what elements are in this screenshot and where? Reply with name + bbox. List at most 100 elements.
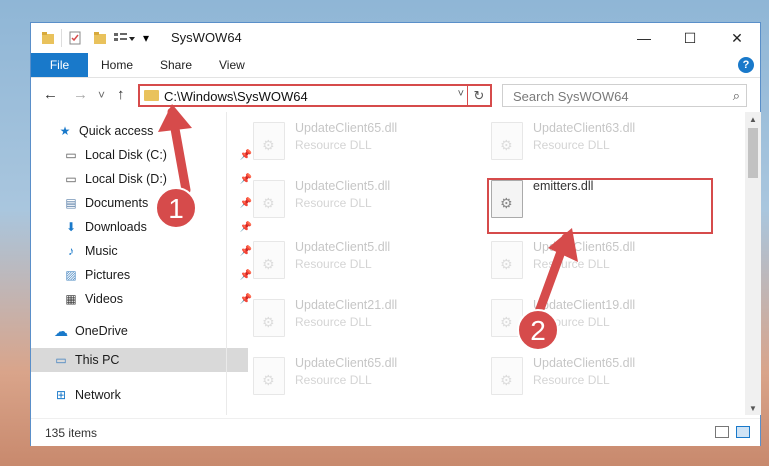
folder-icon: [41, 29, 55, 47]
file-type: Resource DLL: [533, 373, 610, 387]
list-item[interactable]: ⚙ UpdateClient5.dll Resource DLL: [253, 176, 483, 222]
sidebar-item-label: Videos: [85, 292, 123, 306]
file-name: UpdateClient5.dll: [295, 179, 391, 193]
file-name: UpdateClient21.dll: [295, 298, 398, 312]
sidebar-item-videos[interactable]: ▦ Videos 📌: [31, 287, 258, 311]
dll-file-icon: ⚙: [253, 241, 285, 279]
close-button[interactable]: ✕: [714, 23, 760, 53]
dll-file-icon: ⚙: [253, 357, 285, 395]
drive-icon: ▭: [65, 172, 77, 186]
file-name: UpdateClient65.dll: [533, 240, 636, 254]
sidebar-item-label: Pictures: [85, 268, 131, 282]
file-type: Resource DLL: [295, 257, 372, 271]
new-folder-icon[interactable]: [93, 29, 107, 47]
refresh-button[interactable]: ↻: [467, 86, 490, 105]
recent-locations-button[interactable]: ˅: [98, 88, 105, 102]
sidebar-item-music[interactable]: ♪ Music 📌: [31, 239, 258, 263]
sidebar-item-label: Local Disk (C:): [85, 148, 167, 162]
title-bar: ▾ SysWOW64 — ☐ ✕: [31, 23, 760, 53]
dll-file-icon: ⚙: [491, 122, 523, 160]
scroll-down-icon[interactable]: ▼: [745, 401, 761, 415]
tab-share[interactable]: Share: [160, 53, 192, 77]
network-icon: ⊞: [55, 388, 67, 402]
scroll-up-icon[interactable]: ▲: [745, 112, 761, 126]
file-name: UpdateClient19.dll: [533, 298, 636, 312]
list-item[interactable]: ⚙ UpdateClient63.dll Resource DLL: [491, 118, 721, 164]
sidebar-item-onedrive[interactable]: ☁ OneDrive: [31, 319, 248, 343]
list-item[interactable]: ⚙ UpdateClient65.dll Resource DLL: [253, 118, 483, 164]
search-input[interactable]: Search SysWOW64 ⌕: [502, 84, 747, 107]
scroll-thumb[interactable]: [748, 128, 758, 178]
sidebar-item-pictures[interactable]: ▨ Pictures 📌: [31, 263, 258, 287]
sidebar-item-label: OneDrive: [75, 324, 128, 338]
details-view-icon[interactable]: [715, 426, 729, 438]
sidebar-item-downloads[interactable]: ⬇ Downloads 📌: [31, 215, 258, 239]
file-type: Resource DLL: [533, 138, 610, 152]
sidebar-item-this-pc[interactable]: ▭ This PC: [31, 348, 248, 372]
dll-file-icon: ⚙: [491, 299, 523, 337]
dll-file-icon: ⚙: [253, 299, 285, 337]
file-name: UpdateClient65.dll: [295, 356, 398, 370]
chevron-down-icon[interactable]: ˅: [458, 88, 464, 100]
sidebar-item-local-disk-d[interactable]: ▭ Local Disk (D:) 📌: [31, 167, 258, 191]
search-placeholder: Search SysWOW64: [513, 89, 629, 104]
documents-icon: ▤: [65, 196, 77, 210]
dll-file-icon: ⚙: [491, 357, 523, 395]
explorer-window: ▾ SysWOW64 — ☐ ✕ File Home Share View ? …: [30, 22, 761, 446]
highlight-box-emitters: [487, 178, 713, 234]
minimize-button[interactable]: —: [621, 23, 667, 53]
vertical-scrollbar[interactable]: ▲ ▼: [745, 112, 761, 415]
properties-icon[interactable]: [61, 29, 82, 47]
file-type: Resource DLL: [295, 196, 372, 210]
sidebar-item-local-disk-c[interactable]: ▭ Local Disk (C:) 📌: [31, 143, 258, 167]
address-bar[interactable]: C:\Windows\SysWOW64 ˅ ↻: [138, 84, 492, 107]
file-type: Resource DLL: [533, 257, 610, 271]
tab-home[interactable]: Home: [101, 53, 133, 77]
large-icons-view-icon[interactable]: [736, 426, 750, 438]
status-bar: 135 items: [31, 418, 760, 446]
back-button[interactable]: ←: [43, 86, 58, 103]
file-type: Resource DLL: [295, 373, 372, 387]
file-name: UpdateClient63.dll: [533, 121, 636, 135]
file-name: UpdateClient65.dll: [533, 356, 636, 370]
sidebar-item-label: Downloads: [85, 220, 147, 234]
cloud-icon: ☁: [54, 322, 68, 339]
sidebar-item-documents[interactable]: ▤ Documents 📌: [31, 191, 258, 215]
dll-file-icon: ⚙: [491, 241, 523, 279]
up-button[interactable]: ↑: [117, 86, 125, 103]
list-item[interactable]: ⚙ UpdateClient21.dll Resource DLL: [253, 295, 483, 341]
chevron-down-icon[interactable]: ▾: [143, 29, 149, 47]
tab-view[interactable]: View: [219, 53, 245, 77]
file-type: Resource DLL: [295, 315, 372, 329]
tab-file[interactable]: File: [31, 53, 88, 77]
file-list: ⚙ UpdateClient65.dll Resource DLL ⚙ Upda…: [227, 112, 745, 415]
list-item[interactable]: ⚙ UpdateClient5.dll Resource DLL: [253, 237, 483, 283]
file-type: Resource DLL: [533, 315, 610, 329]
list-item[interactable]: ⚙ UpdateClient65.dll Resource DLL: [491, 353, 721, 399]
drive-icon: ▭: [65, 148, 77, 162]
forward-button[interactable]: →: [73, 86, 88, 103]
address-path: C:\Windows\SysWOW64: [164, 89, 308, 104]
sidebar-item-label: Documents: [85, 196, 149, 210]
search-icon: ⌕: [732, 88, 740, 103]
customize-toolbar-icon[interactable]: [113, 29, 135, 47]
sidebar-item-label: This PC: [75, 353, 120, 367]
sidebar-item-quick-access[interactable]: ★ Quick access: [31, 119, 252, 143]
file-name: UpdateClient65.dll: [295, 121, 398, 135]
sidebar-item-label: Local Disk (D:): [85, 172, 167, 186]
list-item[interactable]: ⚙ UpdateClient65.dll Resource DLL: [491, 237, 721, 283]
window-title: SysWOW64: [171, 30, 242, 45]
folder-icon: [144, 90, 159, 101]
file-type: Resource DLL: [295, 138, 372, 152]
videos-icon: ▦: [65, 292, 77, 306]
list-item[interactable]: ⚙ UpdateClient19.dll Resource DLL: [491, 295, 721, 341]
sidebar-item-network[interactable]: ⊞ Network: [31, 383, 248, 407]
maximize-button[interactable]: ☐: [667, 23, 713, 53]
star-icon: ★: [59, 124, 71, 138]
navigation-bar: ← → ˅ ↑ C:\Windows\SysWOW64 ˅ ↻ Search S…: [31, 78, 760, 112]
navigation-pane: ★ Quick access ▭ Local Disk (C:) 📌 ▭ Loc…: [31, 112, 252, 415]
sidebar-item-label: Network: [75, 388, 121, 402]
list-item[interactable]: ⚙ UpdateClient65.dll Resource DLL: [253, 353, 483, 399]
pictures-icon: ▨: [65, 268, 77, 282]
help-icon[interactable]: ?: [738, 57, 754, 73]
